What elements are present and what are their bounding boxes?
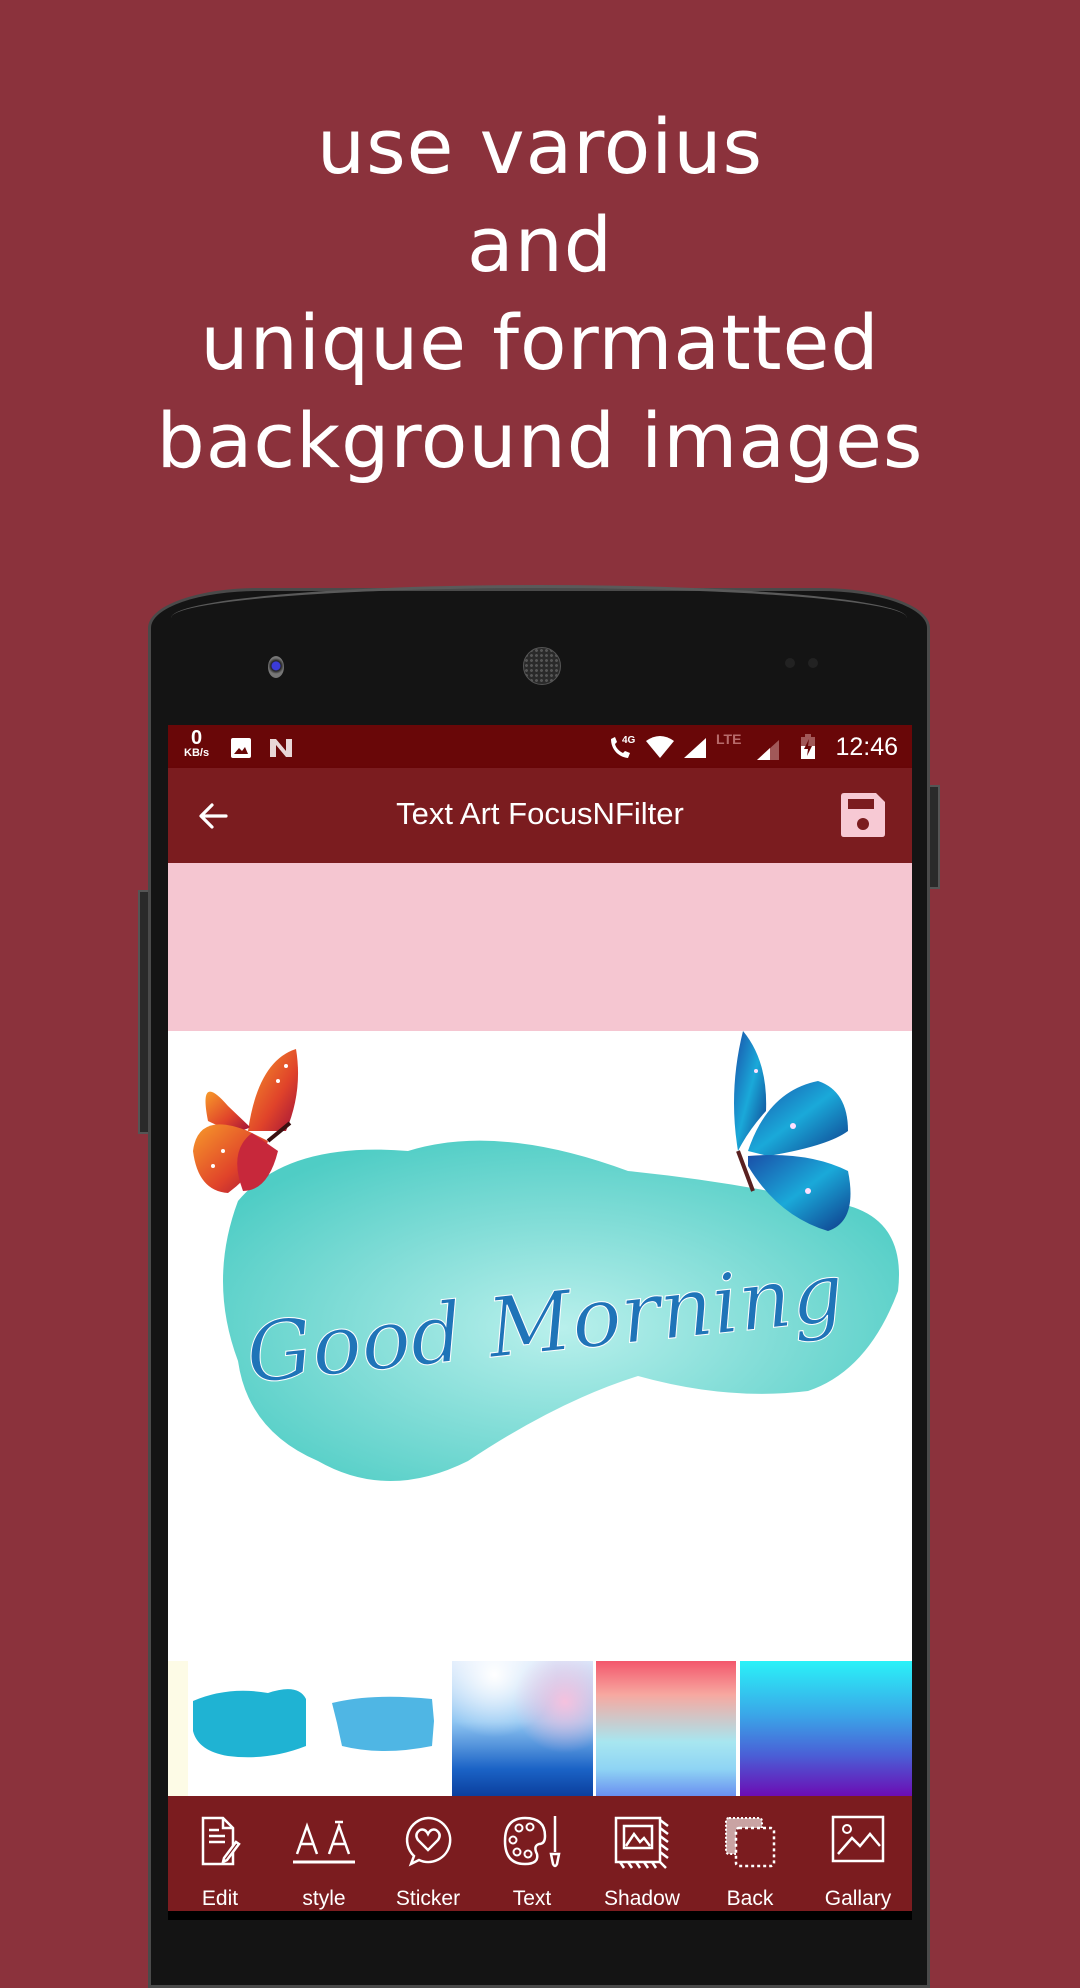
gallery-image-icon [831, 1815, 885, 1863]
promo-headline: use varoius and unique formatted backgro… [0, 98, 1080, 490]
toolbar-text-button[interactable]: Text [482, 1796, 582, 1920]
network-speed-unit: KB/s [184, 747, 210, 759]
bottom-toolbar: Edit style Sticker Text Shadow Back Gall… [168, 1796, 912, 1920]
phone-screen: 0 KB/s 4G LTE 12:46 Text Art FocusNFilte… [168, 725, 912, 1920]
toolbar-style-label: style [302, 1887, 346, 1910]
toolbar-sticker-label: Sticker [395, 1887, 461, 1910]
background-thumbnail-3[interactable] [452, 1661, 593, 1796]
phone-top-edge [171, 585, 907, 618]
light-sensor-icon [808, 658, 818, 668]
toolbar-gallery-label: Gallary [824, 1887, 892, 1910]
app-title: Text Art FocusNFilter [396, 796, 684, 831]
battery-charging-icon [801, 734, 815, 759]
heart-sticker-icon [405, 1816, 452, 1867]
toolbar-style-button[interactable]: style [274, 1796, 374, 1920]
background-thumbnail-2[interactable] [322, 1661, 452, 1796]
background-thumbnail-4[interactable] [596, 1661, 736, 1796]
system-navbar-edge [168, 1911, 912, 1920]
gallery-notification-icon [231, 738, 251, 758]
toolbar-edit-button[interactable]: Edit [170, 1796, 270, 1920]
volte-label: 4G [622, 735, 636, 746]
image-shadow-icon [614, 1816, 669, 1869]
toolbar-sticker-button[interactable]: Sticker [378, 1796, 478, 1920]
status-time: 12:46 [835, 733, 898, 761]
toolbar-back-button[interactable]: Back [700, 1796, 800, 1920]
lte-signal-icon [757, 740, 779, 760]
toolbar-text-label: Text [512, 1887, 552, 1910]
lte-label: LTE [716, 731, 742, 747]
signal-icon [684, 738, 706, 758]
background-thumbnail-partial[interactable] [168, 1661, 188, 1796]
background-thumbnail-5[interactable] [740, 1661, 912, 1796]
toolbar-shadow-button[interactable]: Shadow [592, 1796, 692, 1920]
palette-brush-icon [503, 1816, 561, 1868]
status-bar: 0 KB/s 4G LTE 12:46 [168, 725, 912, 768]
editing-canvas[interactable]: Good Morning [168, 1031, 912, 1661]
headline-line-4: background images [156, 396, 924, 485]
layers-background-icon [725, 1817, 776, 1868]
toolbar-shadow-label: Shadow [604, 1887, 680, 1910]
edit-document-icon [201, 1816, 241, 1866]
network-speed-indicator: 0 KB/s [184, 728, 209, 759]
toolbar-back-label: Back [726, 1887, 774, 1910]
wifi-icon [646, 736, 674, 758]
floppy-disk-icon[interactable] [840, 792, 886, 838]
teal-brush-stroke-1 [193, 1689, 306, 1758]
n-app-icon [270, 739, 292, 757]
background-thumbnail-1[interactable] [188, 1661, 322, 1796]
app-bar: Text Art FocusNFilter [168, 768, 912, 863]
toolbar-gallery-button[interactable]: Gallary [808, 1796, 908, 1920]
volte-4g-call-icon: 4G [611, 735, 636, 758]
headline-line-1: use varoius [316, 102, 764, 191]
canvas-top-band [168, 863, 912, 1031]
headline-line-2: and [467, 200, 613, 289]
network-speed-value: 0 [190, 727, 203, 749]
background-thumbnail-strip [168, 1661, 912, 1796]
proximity-sensor-icon [785, 658, 795, 668]
earpiece-speaker-icon [523, 647, 561, 685]
front-camera-icon [268, 656, 284, 678]
font-style-icon [293, 1820, 355, 1864]
headline-line-3: unique formatted [200, 298, 880, 387]
blue-brush-stroke-2 [332, 1696, 434, 1751]
canvas-artwork: Good Morning [193, 1031, 899, 1481]
